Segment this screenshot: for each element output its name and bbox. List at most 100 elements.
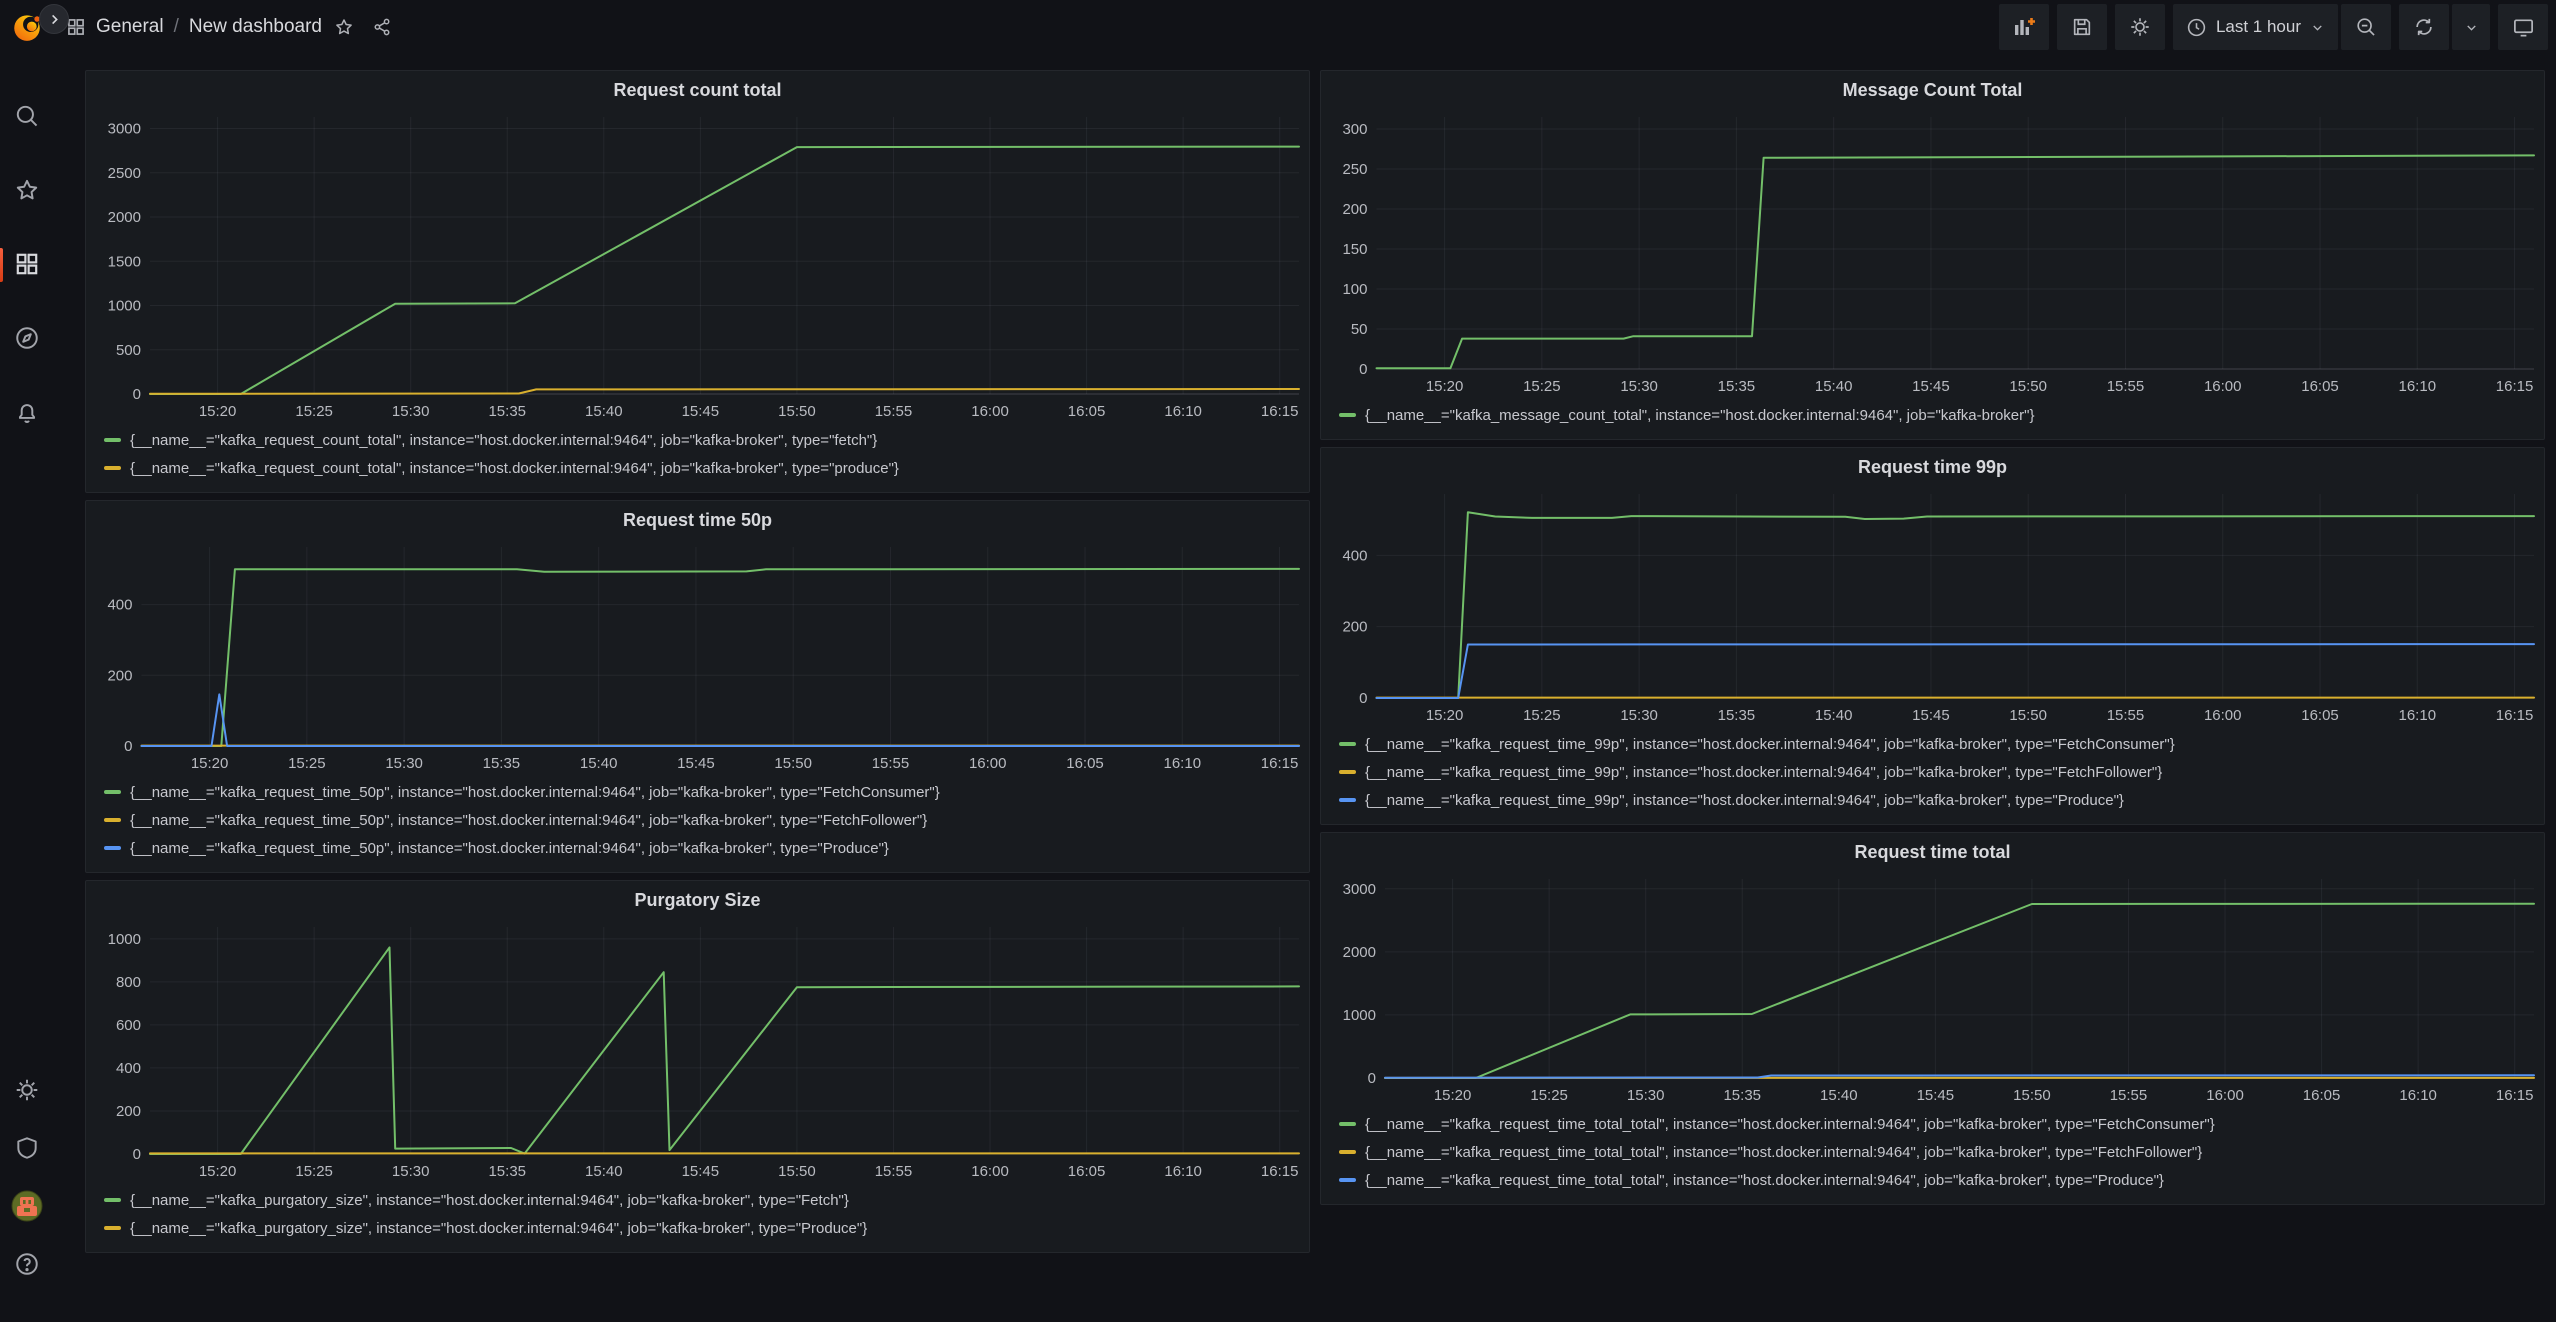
sidebar-item-help[interactable] bbox=[10, 1248, 44, 1282]
svg-text:15:30: 15:30 bbox=[1620, 378, 1658, 395]
legend-series-swatch bbox=[1339, 770, 1356, 774]
panel-title[interactable]: Request time 99p bbox=[1321, 448, 2544, 486]
search-icon bbox=[14, 103, 40, 132]
breadcrumb-dashboard-title[interactable]: New dashboard bbox=[189, 16, 322, 38]
panel-title[interactable]: Request count total bbox=[86, 71, 1309, 109]
svg-text:250: 250 bbox=[1342, 161, 1367, 178]
sidebar-item-server-admin[interactable] bbox=[10, 1132, 44, 1166]
panel-title[interactable]: Request time total bbox=[1321, 833, 2544, 871]
sidebar-item-dashboards[interactable] bbox=[10, 248, 44, 282]
panel-title[interactable]: Purgatory Size bbox=[86, 881, 1309, 919]
svg-text:15:50: 15:50 bbox=[774, 755, 812, 772]
svg-text:15:35: 15:35 bbox=[483, 755, 521, 772]
svg-text:16:10: 16:10 bbox=[1164, 403, 1202, 420]
svg-text:15:55: 15:55 bbox=[872, 755, 910, 772]
svg-text:15:45: 15:45 bbox=[677, 755, 715, 772]
legend-series-swatch bbox=[1339, 798, 1356, 802]
time-series-chart[interactable]: 15:2015:2515:3015:3515:4015:4515:5015:55… bbox=[1321, 871, 2544, 1108]
chevron-down-icon bbox=[2310, 20, 2325, 35]
svg-text:15:35: 15:35 bbox=[488, 403, 526, 420]
legend-series-label[interactable]: {__name__="kafka_message_count_total", i… bbox=[1365, 407, 2034, 424]
refresh-dashboard-button[interactable] bbox=[2399, 4, 2449, 50]
chart-svg: 15:2015:2515:3015:3515:4015:4515:5015:55… bbox=[1327, 486, 2545, 728]
panel-legend: {__name__="kafka_request_count_total", i… bbox=[86, 424, 1309, 492]
sidebar-item-starred[interactable] bbox=[10, 174, 44, 208]
legend-item: {__name__="kafka_request_count_total", i… bbox=[104, 426, 1309, 454]
sidebar-item-search[interactable] bbox=[10, 100, 44, 134]
user-avatar bbox=[11, 1190, 43, 1225]
svg-text:200: 200 bbox=[1342, 619, 1367, 636]
svg-text:16:15: 16:15 bbox=[1261, 403, 1299, 420]
svg-text:16:05: 16:05 bbox=[2303, 1087, 2341, 1104]
svg-text:15:40: 15:40 bbox=[585, 1163, 623, 1180]
legend-series-label[interactable]: {__name__="kafka_request_time_total_tota… bbox=[1365, 1116, 2215, 1133]
legend-series-label[interactable]: {__name__="kafka_request_time_50p", inst… bbox=[130, 784, 940, 801]
svg-text:15:25: 15:25 bbox=[295, 1163, 333, 1180]
panel-request-time-99p: Request time 99p 15:2015:2515:3015:3515:… bbox=[1320, 447, 2545, 825]
legend-series-label[interactable]: {__name__="kafka_request_time_50p", inst… bbox=[130, 812, 927, 829]
legend-series-label[interactable]: {__name__="kafka_purgatory_size", instan… bbox=[130, 1220, 867, 1237]
svg-text:150: 150 bbox=[1342, 241, 1367, 258]
svg-text:16:05: 16:05 bbox=[1068, 403, 1106, 420]
cycle-view-mode-button[interactable] bbox=[2498, 4, 2548, 50]
legend-series-label[interactable]: {__name__="kafka_request_time_99p", inst… bbox=[1365, 764, 2162, 781]
svg-text:3000: 3000 bbox=[1343, 881, 1376, 898]
legend-series-label[interactable]: {__name__="kafka_request_time_99p", inst… bbox=[1365, 792, 2124, 809]
dashboard-settings-button[interactable] bbox=[2115, 4, 2165, 50]
legend-item: {__name__="kafka_request_time_total_tota… bbox=[1339, 1166, 2544, 1194]
svg-text:16:00: 16:00 bbox=[2206, 1087, 2244, 1104]
panel-title[interactable]: Message Count Total bbox=[1321, 71, 2544, 109]
legend-series-swatch bbox=[104, 846, 121, 850]
time-series-chart[interactable]: 15:2015:2515:3015:3515:4015:4515:5015:55… bbox=[1321, 109, 2544, 399]
clock-icon bbox=[2186, 17, 2207, 38]
svg-text:15:55: 15:55 bbox=[875, 403, 913, 420]
svg-text:15:50: 15:50 bbox=[778, 1163, 816, 1180]
svg-text:15:55: 15:55 bbox=[2110, 1087, 2148, 1104]
svg-text:16:10: 16:10 bbox=[1164, 1163, 1202, 1180]
legend-series-swatch bbox=[1339, 1150, 1356, 1154]
svg-text:300: 300 bbox=[1342, 121, 1367, 138]
svg-text:15:45: 15:45 bbox=[682, 403, 720, 420]
refresh-interval-dropdown[interactable] bbox=[2452, 4, 2490, 50]
sidebar-expand-button[interactable] bbox=[39, 4, 69, 34]
legend-series-label[interactable]: {__name__="kafka_request_time_total_tota… bbox=[1365, 1172, 2164, 1189]
legend-item: {__name__="kafka_request_time_99p", inst… bbox=[1339, 758, 2544, 786]
panel-purgatory-size: Purgatory Size 15:2015:2515:3015:3515:40… bbox=[85, 880, 1310, 1253]
time-series-chart[interactable]: 15:2015:2515:3015:3515:4015:4515:5015:55… bbox=[1321, 486, 2544, 728]
svg-text:1500: 1500 bbox=[108, 253, 141, 270]
svg-text:0: 0 bbox=[133, 386, 141, 403]
sidebar-item-configuration[interactable] bbox=[10, 1074, 44, 1108]
svg-text:2000: 2000 bbox=[108, 209, 141, 226]
add-panel-button[interactable] bbox=[1999, 4, 2049, 50]
legend-series-label[interactable]: {__name__="kafka_request_time_99p", inst… bbox=[1365, 736, 2175, 753]
legend-series-label[interactable]: {__name__="kafka_purgatory_size", instan… bbox=[130, 1192, 849, 1209]
legend-item: {__name__="kafka_purgatory_size", instan… bbox=[104, 1214, 1309, 1242]
star-dashboard-button[interactable] bbox=[328, 11, 360, 43]
save-dashboard-button[interactable] bbox=[2057, 4, 2107, 50]
chart-svg: 15:2015:2515:3015:3515:4015:4515:5015:55… bbox=[92, 919, 1310, 1184]
legend-series-label[interactable]: {__name__="kafka_request_count_total", i… bbox=[130, 460, 899, 477]
legend-series-label[interactable]: {__name__="kafka_request_count_total", i… bbox=[130, 432, 877, 449]
svg-text:16:05: 16:05 bbox=[2301, 707, 2339, 724]
svg-text:16:05: 16:05 bbox=[1066, 755, 1104, 772]
dashboards-grid-icon bbox=[14, 251, 40, 280]
time-series-chart[interactable]: 15:2015:2515:3015:3515:4015:4515:5015:55… bbox=[86, 109, 1309, 424]
shield-icon bbox=[14, 1135, 40, 1164]
svg-text:16:15: 16:15 bbox=[2496, 1087, 2534, 1104]
legend-series-label[interactable]: {__name__="kafka_request_time_total_tota… bbox=[1365, 1144, 2202, 1161]
svg-text:2000: 2000 bbox=[1343, 944, 1376, 961]
top-nav: General / New dashboard bbox=[0, 0, 2556, 54]
time-range-picker[interactable]: Last 1 hour bbox=[2173, 4, 2338, 50]
svg-text:15:20: 15:20 bbox=[1426, 707, 1464, 724]
legend-item: {__name__="kafka_request_time_99p", inst… bbox=[1339, 730, 2544, 758]
sidebar-item-profile[interactable] bbox=[10, 1190, 44, 1224]
legend-series-label[interactable]: {__name__="kafka_request_time_50p", inst… bbox=[130, 840, 889, 857]
time-series-chart[interactable]: 15:2015:2515:3015:3515:4015:4515:5015:55… bbox=[86, 539, 1309, 776]
share-dashboard-button[interactable] bbox=[366, 11, 398, 43]
sidebar-item-explore[interactable] bbox=[10, 322, 44, 356]
time-series-chart[interactable]: 15:2015:2515:3015:3515:4015:4515:5015:55… bbox=[86, 919, 1309, 1184]
zoom-out-time-button[interactable] bbox=[2341, 4, 2391, 50]
sidebar-item-alerting[interactable] bbox=[10, 396, 44, 430]
breadcrumb-folder[interactable]: General bbox=[96, 16, 164, 38]
panel-title[interactable]: Request time 50p bbox=[86, 501, 1309, 539]
